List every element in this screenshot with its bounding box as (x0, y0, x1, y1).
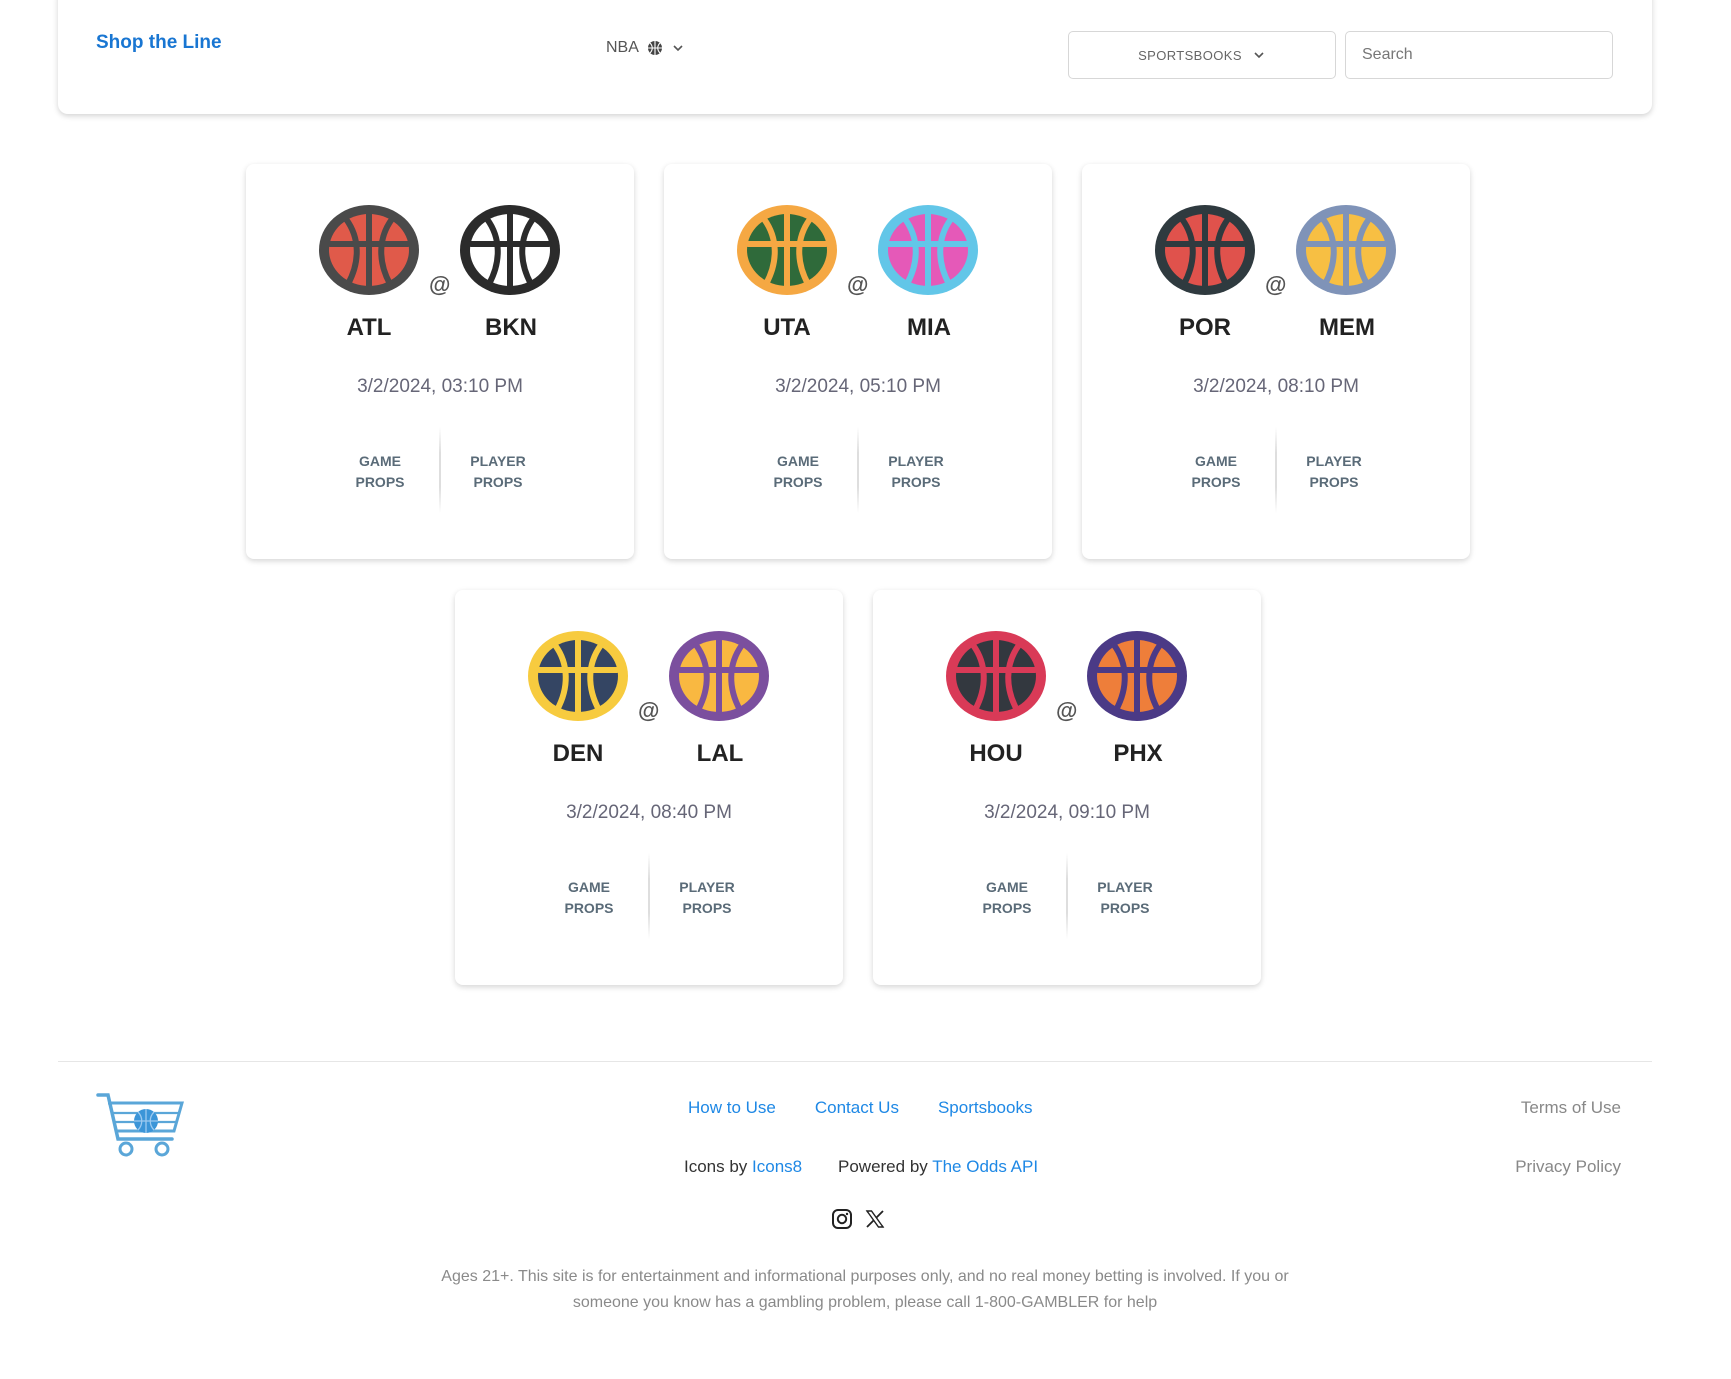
league-label: NBA (606, 39, 639, 56)
prop-label-word: PROPS (982, 900, 1032, 916)
prop-label-word: PLAYER (470, 453, 526, 469)
footer-divider (58, 1061, 1652, 1062)
prop-label-word: PROPS (1309, 474, 1359, 490)
game-props-button[interactable]: GAME PROPS (752, 444, 844, 500)
privacy-policy-link[interactable]: Privacy Policy (1515, 1157, 1621, 1177)
game-props-button[interactable]: GAME PROPS (961, 870, 1053, 926)
how-to-use-link[interactable]: How to Use (688, 1098, 776, 1118)
home-team-logo-icon (669, 631, 769, 721)
prop-label-word: PROPS (473, 474, 523, 490)
at-symbol: @ (1265, 272, 1287, 297)
prop-label-word: GAME (568, 879, 610, 895)
at-symbol: @ (638, 698, 660, 723)
powered-by-prefix: Powered by (838, 1157, 933, 1176)
away-team-logo-icon (946, 631, 1046, 721)
away-team-logo-icon (737, 205, 837, 295)
odds-api-link[interactable]: The Odds API (932, 1157, 1038, 1176)
game-datetime: 3/2/2024, 05:10 PM (775, 376, 941, 397)
contact-us-link[interactable]: Contact Us (815, 1098, 899, 1118)
away-team-logo-icon (528, 631, 628, 721)
game-card: @ POR MEM 3/2/2024, 08:10 PM GAME PROPS PLAYER… (1082, 164, 1470, 559)
props-divider (1275, 427, 1277, 513)
prop-label-word: GAME (777, 453, 819, 469)
home-team-logo-icon (460, 205, 560, 295)
prop-label-word: GAME (986, 879, 1028, 895)
game-props-button[interactable]: GAME PROPS (1170, 444, 1262, 500)
cart-logo-icon[interactable] (96, 1091, 186, 1159)
prop-label-word: PROPS (682, 900, 732, 916)
icons-credit: Icons by Icons8 (684, 1157, 802, 1177)
instagram-icon[interactable] (831, 1208, 853, 1230)
site-header: Shop the Line NBA SPORTSBOOKS (58, 0, 1652, 114)
props-divider (857, 427, 859, 513)
powered-by-credit: Powered by The Odds API (838, 1157, 1038, 1177)
sportsbooks-dropdown[interactable]: SPORTSBOOKS (1068, 31, 1336, 79)
game-datetime: 3/2/2024, 08:40 PM (566, 802, 732, 823)
prop-label-word: PROPS (564, 900, 614, 916)
home-team-abbr: LAL (696, 740, 744, 767)
home-team-abbr: BKN (485, 314, 537, 341)
props-divider (439, 427, 441, 513)
game-props-button[interactable]: GAME PROPS (543, 870, 635, 926)
sportsbooks-link[interactable]: Sportsbooks (938, 1098, 1033, 1118)
prop-label-word: PROPS (1191, 474, 1241, 490)
home-team-abbr: MIA (907, 314, 951, 341)
chevron-down-icon (673, 45, 683, 52)
game-card: @ HOU PHX 3/2/2024, 09:10 PM GAME PROPS PLAYER… (873, 590, 1261, 985)
disclaimer-text: Ages 21+. This site is for entertainment… (441, 1268, 1289, 1311)
at-symbol: @ (1056, 698, 1078, 723)
player-props-button[interactable]: PLAYER PROPS (870, 444, 962, 500)
game-card: @ UTA MIA 3/2/2024, 05:10 PM GAME PROPS PLAYER… (664, 164, 1052, 559)
away-team-abbr: ATL (346, 314, 392, 341)
home-team-abbr: MEM (1319, 314, 1375, 341)
at-symbol: @ (847, 272, 869, 297)
away-team-logo-icon (319, 205, 419, 295)
prop-label-word: PROPS (355, 474, 405, 490)
prop-label-word: PROPS (891, 474, 941, 490)
away-team-abbr: DEN (552, 740, 604, 767)
prop-label-word: PLAYER (1306, 453, 1362, 469)
prop-label-word: PROPS (773, 474, 823, 490)
brand-title[interactable]: Shop the Line (96, 32, 222, 54)
player-props-button[interactable]: PLAYER PROPS (1079, 870, 1171, 926)
prop-label-word: GAME (1195, 453, 1237, 469)
game-datetime: 3/2/2024, 08:10 PM (1193, 376, 1359, 397)
sportsbooks-label: SPORTSBOOKS (1138, 47, 1242, 63)
prop-label-word: GAME (359, 453, 401, 469)
prop-label-word: PLAYER (1097, 879, 1153, 895)
game-card: @ ATL BKN 3/2/2024, 03:10 PM GAME PROPS PLAYER… (246, 164, 634, 559)
home-team-logo-icon (1087, 631, 1187, 721)
basketball-icon (647, 41, 662, 55)
terms-of-use-link[interactable]: Terms of Use (1521, 1098, 1621, 1118)
away-team-logo-icon (1155, 205, 1255, 295)
away-team-abbr: UTA (763, 314, 811, 341)
chevron-down-icon (1254, 52, 1264, 59)
search-input[interactable] (1345, 31, 1613, 79)
icons-credit-prefix: Icons by (684, 1157, 753, 1176)
at-symbol: @ (429, 272, 451, 297)
x-icon[interactable] (864, 1208, 886, 1230)
prop-label-word: PROPS (1100, 900, 1150, 916)
player-props-button[interactable]: PLAYER PROPS (661, 870, 753, 926)
props-divider (648, 853, 650, 939)
away-team-abbr: POR (1178, 314, 1231, 341)
home-team-logo-icon (1296, 205, 1396, 295)
prop-label-word: PLAYER (679, 879, 735, 895)
game-datetime: 3/2/2024, 09:10 PM (984, 802, 1150, 823)
props-divider (1066, 853, 1068, 939)
away-team-abbr: HOU (969, 740, 1023, 767)
icons8-link[interactable]: Icons8 (752, 1157, 802, 1176)
player-props-button[interactable]: PLAYER PROPS (452, 444, 544, 500)
prop-label-word: PLAYER (888, 453, 944, 469)
player-props-button[interactable]: PLAYER PROPS (1288, 444, 1380, 500)
game-datetime: 3/2/2024, 03:10 PM (357, 376, 523, 397)
game-props-button[interactable]: GAME PROPS (334, 444, 426, 500)
home-team-logo-icon (878, 205, 978, 295)
footer-nav: How to Use Contact Us Sportsbooks (688, 1098, 1032, 1118)
home-team-abbr: PHX (1113, 740, 1163, 767)
league-selector[interactable]: NBA (606, 39, 685, 57)
game-card: @ DEN LAL 3/2/2024, 08:40 PM GAME PROPS PLAYER… (455, 590, 843, 985)
